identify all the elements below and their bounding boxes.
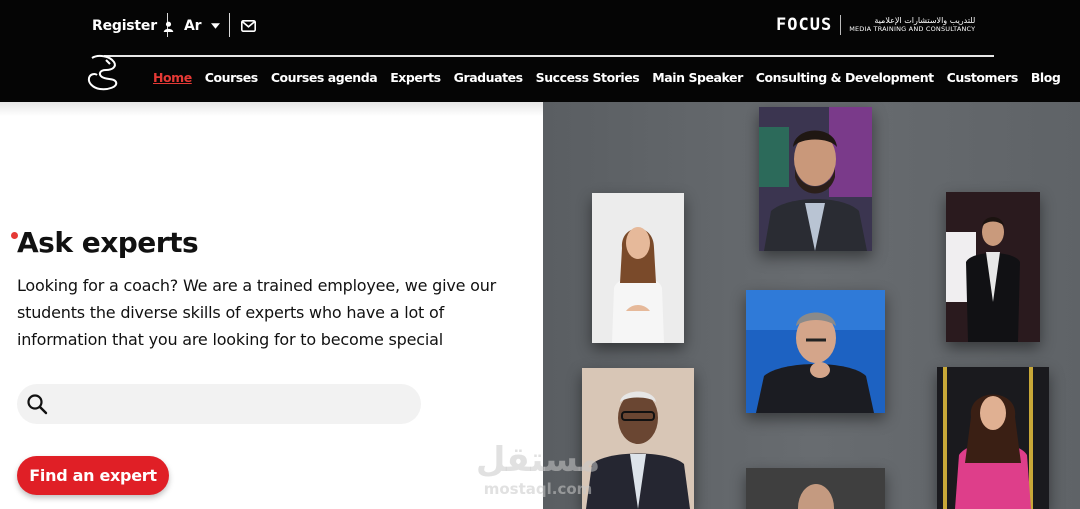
header-shadow bbox=[0, 102, 543, 116]
hero-title: Ask experts bbox=[17, 226, 199, 259]
register-link[interactable]: Register bbox=[92, 16, 174, 36]
register-label: Register bbox=[92, 18, 157, 34]
find-expert-button[interactable]: Find an expert bbox=[17, 456, 169, 495]
nav-courses[interactable]: Courses bbox=[205, 70, 258, 85]
nav-success-stories[interactable]: Success Stories bbox=[536, 70, 640, 85]
site-logo-icon[interactable] bbox=[84, 52, 124, 92]
expert-photo[interactable] bbox=[946, 192, 1040, 342]
nav-courses-agenda[interactable]: Courses agenda bbox=[271, 70, 378, 85]
nav-main-speaker[interactable]: Main Speaker bbox=[652, 70, 743, 85]
main-nav: Home Courses Courses agenda Experts Grad… bbox=[153, 70, 1061, 85]
top-bar: Register Ar FOCUS للتدريب والاستشارات ال… bbox=[0, 0, 1080, 50]
watermark-arabic: مستقل bbox=[475, 440, 601, 480]
nav-customers[interactable]: Customers bbox=[947, 70, 1019, 85]
caret-down-icon bbox=[211, 23, 221, 29]
brand-subtitle-en: MEDIA TRAINING AND CONSULTANCY bbox=[849, 25, 976, 33]
brand-subtitle: للتدريب والاستشارات الإعلامية MEDIA TRAI… bbox=[849, 16, 975, 34]
topbar-divider bbox=[167, 13, 168, 37]
hero-description: Looking for a coach? We are a trained em… bbox=[17, 276, 497, 349]
nav-home[interactable]: Home bbox=[153, 70, 192, 85]
expert-photo[interactable] bbox=[937, 367, 1049, 509]
language-dropdown[interactable]: Ar bbox=[184, 16, 221, 36]
brand-subtitle-ar: للتدريب والاستشارات الإعلامية bbox=[874, 16, 976, 25]
user-icon bbox=[163, 21, 174, 32]
nav-experts[interactable]: Experts bbox=[390, 70, 441, 85]
brand-divider bbox=[840, 15, 842, 35]
expert-photo[interactable] bbox=[746, 468, 885, 509]
nav-consulting-development[interactable]: Consulting & Development bbox=[756, 70, 934, 85]
expert-photo[interactable] bbox=[746, 290, 885, 413]
brand-logo[interactable]: FOCUS للتدريب والاستشارات الإعلامية MEDI… bbox=[776, 14, 975, 36]
language-label: Ar bbox=[184, 18, 202, 34]
watermark-latin: mostaql.com bbox=[483, 480, 593, 498]
topbar-divider bbox=[229, 13, 230, 37]
nav-blog[interactable]: Blog bbox=[1031, 70, 1061, 85]
nav-graduates[interactable]: Graduates bbox=[454, 70, 523, 85]
mostaql-watermark: مستقل mostaql.com bbox=[468, 440, 608, 505]
email-link[interactable] bbox=[241, 16, 256, 36]
search-input[interactable] bbox=[60, 391, 410, 417]
site-header: Register Ar FOCUS للتدريب والاستشارات ال… bbox=[0, 0, 1080, 102]
search-icon[interactable] bbox=[26, 393, 48, 415]
header-divider-line bbox=[104, 55, 994, 57]
experts-gallery bbox=[543, 102, 1080, 509]
brand-name: FOCUS bbox=[776, 15, 833, 35]
expert-photo[interactable] bbox=[592, 193, 684, 343]
expert-photo[interactable] bbox=[759, 107, 872, 251]
envelope-icon bbox=[241, 20, 256, 32]
